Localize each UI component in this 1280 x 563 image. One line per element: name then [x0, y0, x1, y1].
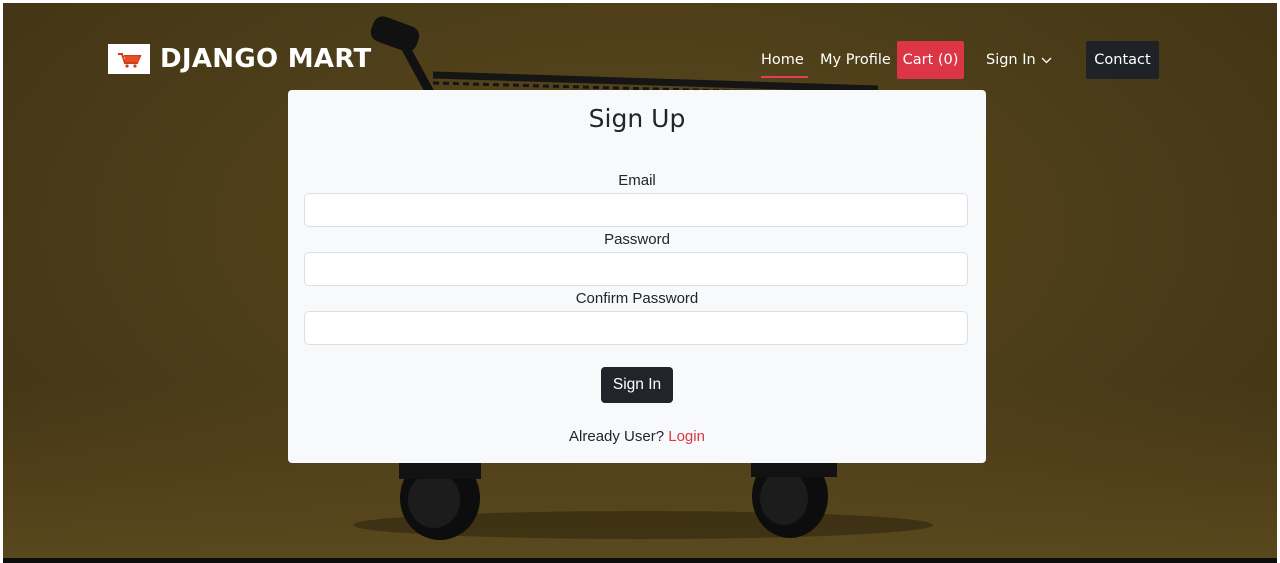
confirm-password-field[interactable]	[304, 311, 968, 345]
password-field[interactable]	[304, 252, 968, 286]
brand-name: DJANGO MART	[160, 44, 372, 74]
shopping-cart-icon	[108, 44, 150, 74]
brand[interactable]: DJANGO MART	[108, 42, 372, 76]
already-user-text: Already User?	[569, 428, 665, 445]
signup-title: Sign Up	[588, 104, 686, 133]
password-label: Password	[604, 231, 670, 248]
chevron-down-icon	[1041, 57, 1052, 64]
active-nav-indicator	[761, 76, 808, 78]
sign-in-submit-button[interactable]: Sign In	[601, 367, 673, 403]
nav-home-link[interactable]: Home	[761, 41, 804, 79]
already-user-line: Already User? Login	[288, 428, 986, 445]
nav-sign-in-dropdown[interactable]: Sign In	[986, 41, 1052, 79]
email-field[interactable]	[304, 193, 968, 227]
nav-cart-button[interactable]: Cart (0)	[897, 41, 964, 79]
login-link[interactable]: Login	[668, 428, 705, 445]
nav-sign-in-label: Sign In	[986, 52, 1036, 68]
email-label: Email	[618, 172, 656, 189]
nav-my-profile-link[interactable]: My Profile	[820, 41, 891, 79]
confirm-password-label: Confirm Password	[575, 290, 699, 307]
nav-contact-button[interactable]: Contact	[1086, 41, 1159, 79]
signup-card: Sign Up Email Password Confirm Password …	[288, 90, 986, 463]
footer-edge	[3, 558, 1277, 563]
